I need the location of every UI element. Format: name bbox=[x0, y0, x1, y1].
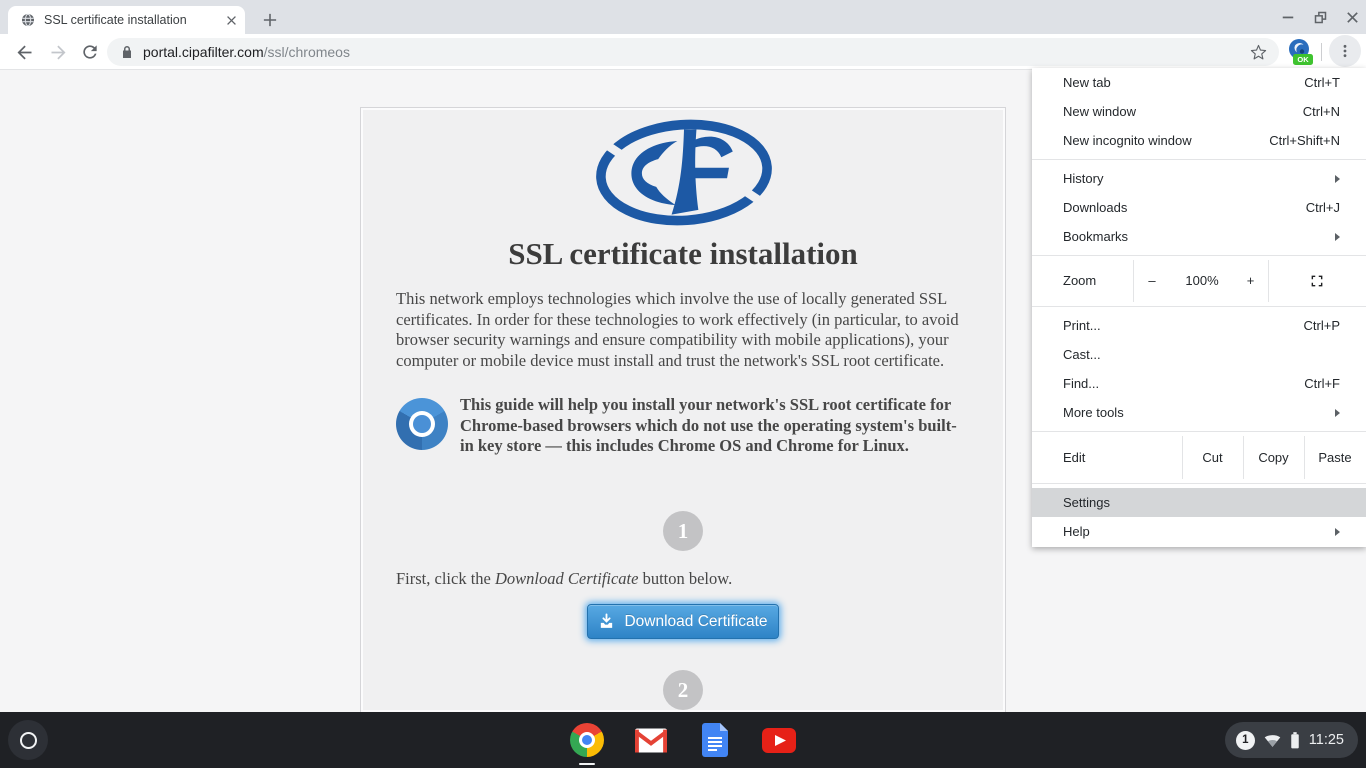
step-1-instruction: First, click the Download Certificate bu… bbox=[396, 569, 732, 589]
step-2-badge: 2 bbox=[663, 670, 703, 710]
launcher-button[interactable] bbox=[8, 720, 48, 760]
url-host: portal.cipafilter.com bbox=[143, 44, 264, 60]
menu-item-more-tools[interactable]: More tools bbox=[1032, 398, 1366, 427]
launcher-circle-icon bbox=[20, 732, 37, 749]
docs-app-icon[interactable] bbox=[698, 723, 732, 757]
wifi-icon bbox=[1264, 733, 1281, 748]
browser-menu-button[interactable] bbox=[1329, 35, 1361, 67]
shelf-app-icons bbox=[570, 723, 796, 757]
page-title: SSL certificate installation bbox=[361, 236, 1005, 272]
menu-edit-row: Edit Cut Copy Paste bbox=[1032, 436, 1366, 479]
chrome-logo-icon bbox=[570, 723, 604, 757]
menu-item-new-incognito-window[interactable]: New incognito windowCtrl+Shift+N bbox=[1032, 126, 1366, 155]
fullscreen-button[interactable] bbox=[1268, 260, 1366, 302]
menu-item-find[interactable]: Find...Ctrl+F bbox=[1032, 369, 1366, 398]
download-icon bbox=[598, 613, 615, 630]
cipafilter-logo bbox=[592, 118, 776, 228]
active-app-indicator bbox=[579, 763, 595, 766]
shortcut-label: Ctrl+P bbox=[1304, 318, 1340, 333]
edit-label: Edit bbox=[1063, 436, 1085, 479]
gmail-logo-icon bbox=[635, 728, 667, 753]
refresh-button[interactable] bbox=[78, 40, 102, 64]
tab-title: SSL certificate installation bbox=[44, 13, 226, 27]
url-path: /ssl/chromeos bbox=[264, 44, 350, 60]
menu-separator bbox=[1032, 255, 1366, 256]
submenu-arrow-icon bbox=[1335, 528, 1340, 536]
step-1-button-name: Download Certificate bbox=[495, 569, 638, 588]
docs-logo-icon bbox=[702, 723, 728, 757]
chrome-app-icon[interactable] bbox=[570, 723, 604, 757]
menu-item-bookmarks[interactable]: Bookmarks bbox=[1032, 222, 1366, 251]
url-text: portal.cipafilter.com/ssl/chromeos bbox=[143, 44, 350, 60]
shortcut-label: Ctrl+N bbox=[1303, 104, 1340, 119]
notification-count-badge: 1 bbox=[1236, 731, 1255, 750]
shortcut-label: Ctrl+J bbox=[1306, 200, 1340, 215]
shortcut-label: Ctrl+T bbox=[1304, 75, 1340, 90]
menu-zoom-row: Zoom – 100% + bbox=[1032, 260, 1366, 302]
menu-item-history[interactable]: History bbox=[1032, 164, 1366, 193]
zoom-out-button[interactable]: – bbox=[1133, 260, 1171, 302]
youtube-app-icon[interactable] bbox=[762, 723, 796, 757]
submenu-arrow-icon bbox=[1335, 233, 1340, 241]
chromeos-shelf: 1 11:25 bbox=[0, 712, 1366, 768]
toolbar-divider bbox=[1321, 43, 1322, 61]
back-button[interactable] bbox=[12, 40, 36, 64]
step-1-badge: 1 bbox=[663, 511, 703, 551]
browser-toolbar: portal.cipafilter.com/ssl/chromeos OK bbox=[0, 34, 1366, 70]
fullscreen-icon bbox=[1310, 274, 1324, 288]
shortcut-label: Ctrl+F bbox=[1304, 376, 1340, 391]
battery-icon bbox=[1290, 732, 1300, 749]
guide-note-text: This guide will help you install your ne… bbox=[460, 395, 965, 457]
menu-separator bbox=[1032, 306, 1366, 307]
browser-dropdown-menu: New tabCtrl+T New windowCtrl+N New incog… bbox=[1032, 68, 1366, 547]
zoom-level-value: 100% bbox=[1171, 260, 1233, 302]
extension-ok-badge: OK bbox=[1293, 54, 1313, 65]
menu-item-help[interactable]: Help bbox=[1032, 517, 1366, 546]
globe-favicon-icon bbox=[20, 12, 36, 28]
tab-close-icon[interactable] bbox=[226, 15, 237, 26]
window-restore-button[interactable] bbox=[1311, 8, 1329, 26]
zoom-in-button[interactable]: + bbox=[1233, 260, 1268, 302]
download-certificate-button[interactable]: Download Certificate bbox=[587, 604, 779, 639]
status-tray[interactable]: 1 11:25 bbox=[1225, 722, 1358, 758]
cut-button[interactable]: Cut bbox=[1182, 436, 1243, 479]
tab-strip: SSL certificate installation bbox=[0, 0, 1366, 34]
content-card: SSL certificate installation This networ… bbox=[360, 107, 1006, 712]
menu-item-new-window[interactable]: New windowCtrl+N bbox=[1032, 97, 1366, 126]
new-tab-button[interactable] bbox=[257, 7, 283, 33]
bookmark-star-icon[interactable] bbox=[1250, 44, 1267, 61]
menu-separator bbox=[1032, 483, 1366, 484]
menu-separator bbox=[1032, 431, 1366, 432]
clock: 11:25 bbox=[1309, 732, 1344, 748]
shortcut-label: Ctrl+Shift+N bbox=[1269, 133, 1340, 148]
address-bar[interactable]: portal.cipafilter.com/ssl/chromeos bbox=[107, 38, 1279, 66]
paste-button[interactable]: Paste bbox=[1304, 436, 1366, 479]
intro-paragraph: This network employs technologies which … bbox=[396, 289, 974, 371]
submenu-arrow-icon bbox=[1335, 409, 1340, 417]
lock-icon[interactable] bbox=[121, 45, 133, 59]
copy-button[interactable]: Copy bbox=[1243, 436, 1304, 479]
menu-item-settings[interactable]: Settings bbox=[1032, 488, 1366, 517]
window-close-button[interactable] bbox=[1343, 8, 1361, 26]
menu-item-cast[interactable]: Cast... bbox=[1032, 340, 1366, 369]
browser-tab[interactable]: SSL certificate installation bbox=[8, 6, 245, 34]
menu-separator bbox=[1032, 159, 1366, 160]
menu-item-print[interactable]: Print...Ctrl+P bbox=[1032, 311, 1366, 340]
youtube-logo-icon bbox=[762, 728, 796, 753]
submenu-arrow-icon bbox=[1335, 175, 1340, 183]
forward-button[interactable] bbox=[46, 40, 70, 64]
zoom-label: Zoom bbox=[1063, 260, 1096, 302]
menu-item-downloads[interactable]: DownloadsCtrl+J bbox=[1032, 193, 1366, 222]
window-minimize-button[interactable] bbox=[1279, 8, 1297, 26]
guide-note-row: This guide will help you install your ne… bbox=[396, 395, 974, 457]
gmail-app-icon[interactable] bbox=[634, 723, 668, 757]
chromium-icon bbox=[396, 398, 448, 450]
menu-item-new-tab[interactable]: New tabCtrl+T bbox=[1032, 68, 1366, 97]
